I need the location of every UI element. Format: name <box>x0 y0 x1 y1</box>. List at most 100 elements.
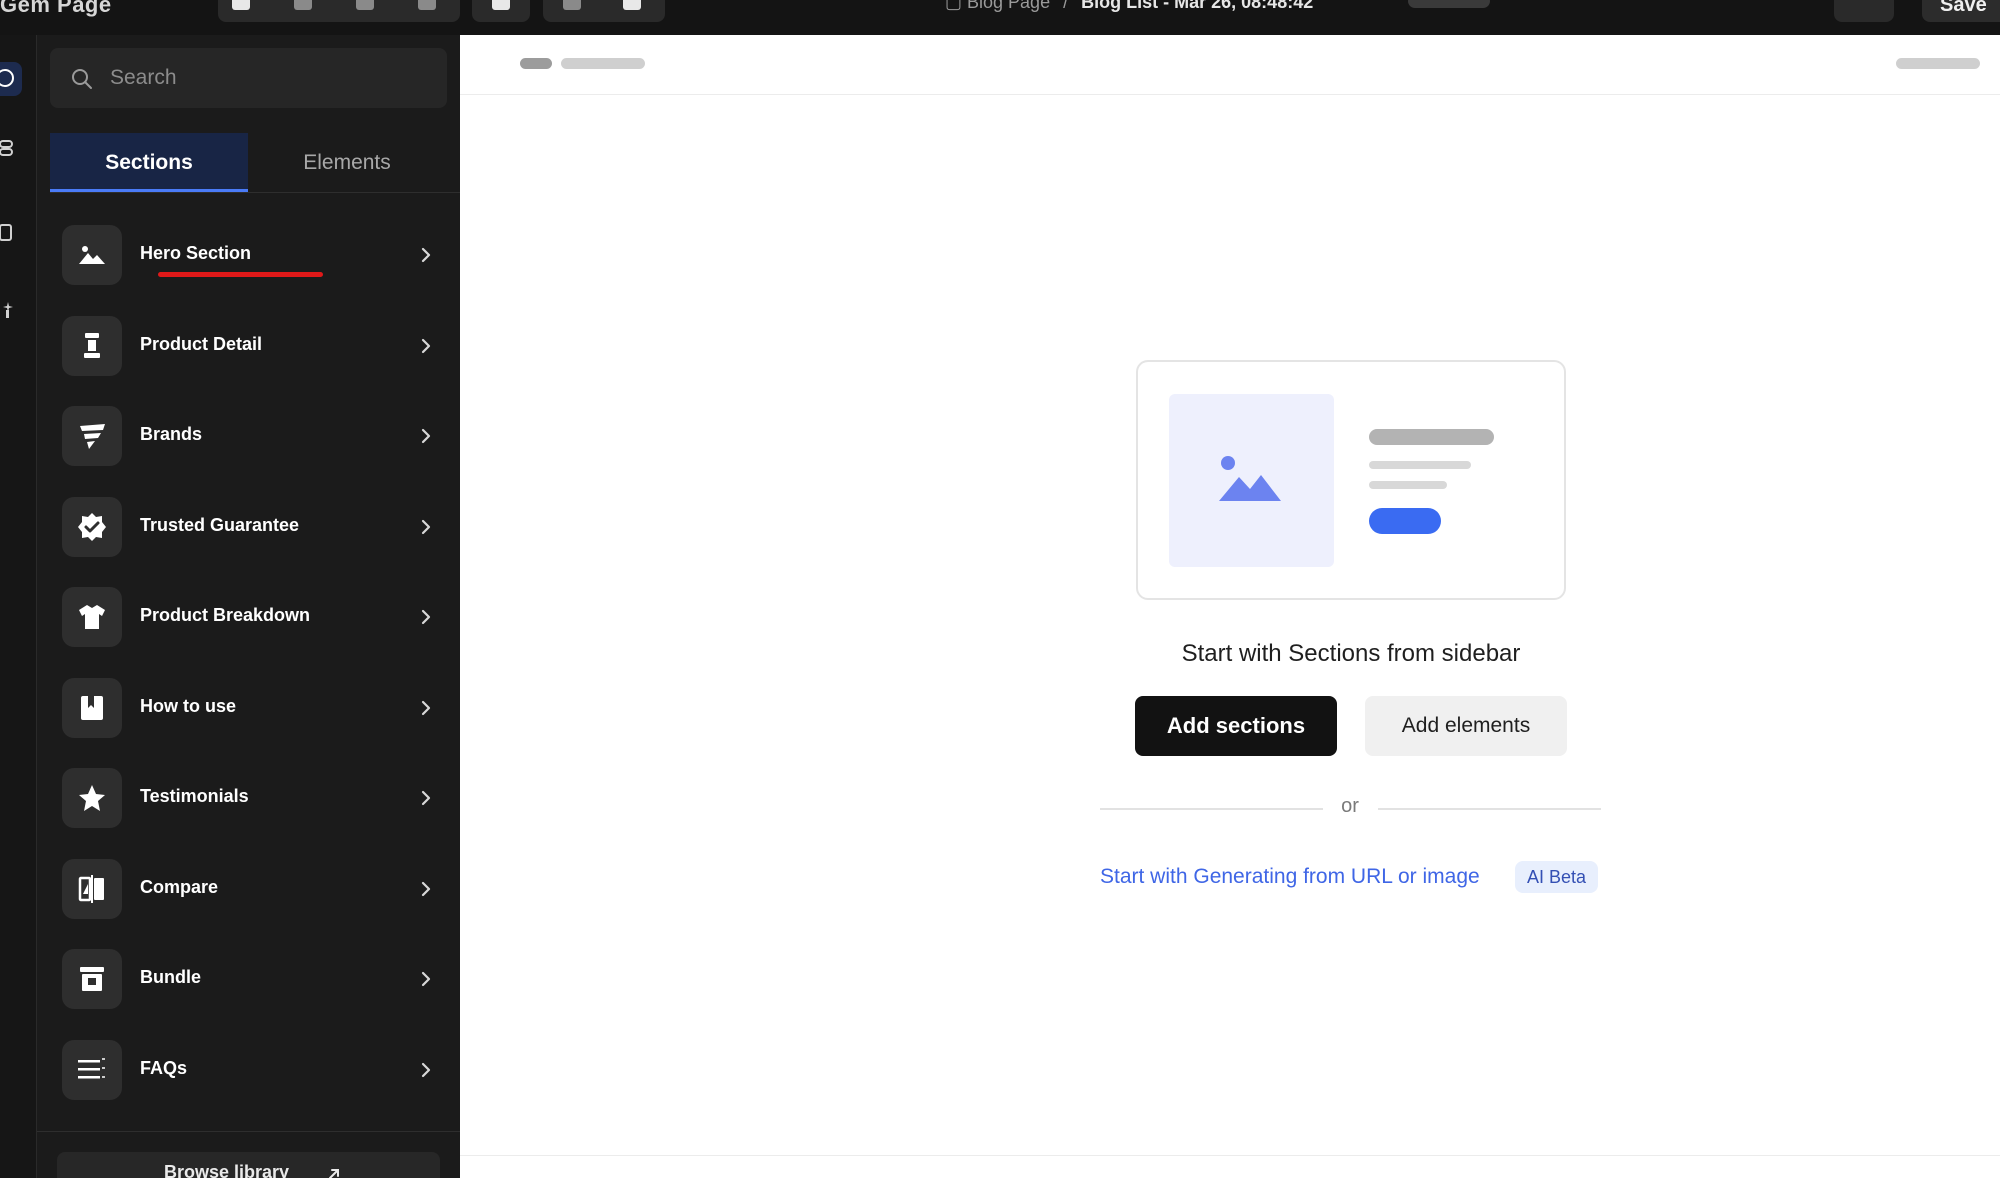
external-link-icon <box>329 1169 339 1178</box>
book-icon <box>62 677 122 738</box>
chevron-right-icon <box>421 881 431 896</box>
section-list: Hero Section Product Detail Brands Trust <box>50 225 447 1130</box>
section-item-label: Bundle <box>140 967 201 987</box>
divider-right <box>1378 808 1601 810</box>
section-item-label: Hero Section <box>140 243 252 263</box>
panel-tabs: Sections Elements <box>50 133 460 193</box>
placeholder-text-line <box>1369 481 1447 489</box>
product-icon <box>62 315 122 376</box>
chevron-right-icon <box>421 790 431 806</box>
image-icon <box>1219 456 1281 501</box>
browse-library-button[interactable]: Browse library <box>57 1152 440 1178</box>
breadcrumb-parent[interactable]: Blog Page <box>967 0 1050 12</box>
laptop-view-icon[interactable] <box>294 0 312 10</box>
device-switcher <box>218 0 460 22</box>
placeholder-text-line <box>1369 461 1471 469</box>
sidebar-divider <box>37 1131 460 1132</box>
star-icon <box>62 768 122 828</box>
canvas-header <box>460 35 2000 95</box>
breadcrumb-current[interactable]: Blog List - Mar 26, 08:48:42 <box>1081 0 1313 12</box>
section-item-label: Brands <box>140 424 203 444</box>
section-item-bundle[interactable]: Bundle <box>50 949 447 1040</box>
mobile-view-icon[interactable] <box>418 0 436 10</box>
empty-state-illustration <box>1136 360 1566 600</box>
badge-check-icon <box>62 496 122 557</box>
section-item-label: Testimonials <box>140 786 249 806</box>
undo-redo-group <box>543 0 665 22</box>
section-item-label: FAQs <box>140 1057 188 1078</box>
layers-icon <box>0 140 13 156</box>
brands-icon <box>62 406 122 466</box>
desktop-view-icon[interactable] <box>232 0 250 10</box>
ai-beta-badge: AI Beta <box>1515 861 1599 893</box>
add-elements-button[interactable]: Add elements <box>1365 696 1567 756</box>
canvas-footer-divider <box>460 1155 2000 1156</box>
plus-circle-icon <box>0 69 14 87</box>
chevron-right-icon <box>421 1062 431 1077</box>
add-sections-button[interactable]: Add sections <box>1135 696 1337 756</box>
or-label: or <box>1341 795 1359 817</box>
chevron-right-icon <box>421 519 431 534</box>
tab-sections[interactable]: Sections <box>50 133 248 192</box>
search-input[interactable] <box>110 62 430 94</box>
placeholder-image <box>1169 394 1334 567</box>
app-name: Gem Page <box>0 0 112 17</box>
chevron-right-icon <box>421 700 431 715</box>
section-item-label: Product Breakdown <box>140 605 311 625</box>
search-box[interactable] <box>50 48 447 108</box>
gear-icon <box>492 0 510 10</box>
section-item-product-detail[interactable]: Product Detail <box>50 315 447 407</box>
status-pill <box>1408 0 1490 8</box>
compare-icon <box>62 858 122 919</box>
placeholder-heading-line <box>1369 429 1494 445</box>
chevron-right-icon <box>421 428 431 444</box>
pages-rail-button[interactable] <box>0 217 22 251</box>
history-button[interactable] <box>1834 0 1894 22</box>
header-skeleton-text <box>561 58 645 69</box>
chevron-right-icon <box>421 609 431 625</box>
section-item-faqs[interactable]: FAQs <box>50 1039 447 1131</box>
section-item-brands[interactable]: Brands <box>50 406 447 497</box>
page-canvas[interactable]: Start with Sections from sidebar Add sec… <box>460 35 2000 1178</box>
page-icon <box>0 224 12 241</box>
shirt-icon <box>62 587 122 647</box>
highlight-underline <box>158 272 323 277</box>
tab-elements[interactable]: Elements <box>248 133 446 192</box>
sparkle-icon <box>3 302 13 318</box>
chevron-right-icon <box>421 338 431 353</box>
image-icon <box>62 225 122 285</box>
archive-icon <box>62 949 122 1009</box>
save-button[interactable]: Save <box>1922 0 2000 22</box>
sections-sidebar: Sections Elements Hero Section Product D… <box>37 35 460 1178</box>
header-skeleton-nav <box>1896 58 1980 69</box>
chevron-right-icon <box>421 971 431 987</box>
section-item-label: Product Detail <box>140 333 263 354</box>
header-skeleton-logo <box>520 58 552 69</box>
undo-icon[interactable] <box>563 0 581 10</box>
empty-state-title: Start with Sections from sidebar <box>1181 640 1521 667</box>
add-panel-rail-button[interactable] <box>0 62 22 96</box>
breadcrumb: ▢ Blog Page / Blog List - Mar 26, 08:48:… <box>945 0 1313 14</box>
section-item-testimonials[interactable]: Testimonials <box>50 768 447 859</box>
settings-button[interactable] <box>472 0 530 22</box>
section-item-trusted-guarantee[interactable]: Trusted Guarantee <box>50 496 447 588</box>
redo-icon[interactable] <box>623 0 641 10</box>
save-label: Save <box>1940 0 1987 16</box>
divider-left <box>1100 808 1323 810</box>
ai-rail-button[interactable] <box>0 293 22 327</box>
chevron-right-icon <box>421 247 431 263</box>
generate-from-url-link[interactable]: Start with Generating from URL or image <box>1100 865 1480 889</box>
section-item-label: Trusted Guarantee <box>140 514 300 535</box>
icon-rail <box>0 35 37 1178</box>
tablet-view-icon[interactable] <box>356 0 374 10</box>
placeholder-button <box>1369 508 1441 534</box>
section-item-compare[interactable]: Compare <box>50 858 447 950</box>
section-item-product-breakdown[interactable]: Product Breakdown <box>50 587 447 678</box>
browse-library-label: Browse library <box>164 1162 290 1178</box>
section-item-label: How to use <box>140 695 237 716</box>
breadcrumb-separator: / <box>1063 0 1069 12</box>
layers-rail-button[interactable] <box>0 132 22 166</box>
list-icon <box>62 1039 122 1100</box>
section-item-hero[interactable]: Hero Section <box>50 225 447 316</box>
section-item-how-to-use[interactable]: How to use <box>50 677 447 769</box>
